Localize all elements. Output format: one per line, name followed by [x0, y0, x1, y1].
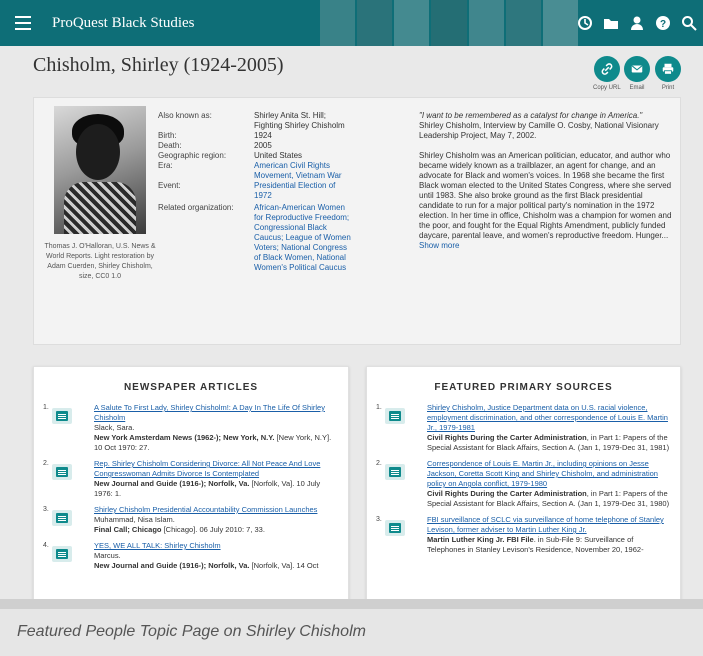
- item-number: 2.: [376, 460, 382, 467]
- list-item: 1. Shirley Chisholm, Justice Department …: [367, 403, 680, 453]
- top-navigation-bar: ProQuest Black Studies ?: [0, 0, 703, 46]
- fact-label: Birth:: [158, 131, 177, 140]
- fact-value: 2005: [254, 141, 272, 150]
- fact-label: Geographic region:: [158, 151, 227, 160]
- source-collection: Martin Luther King Jr. FBI File: [427, 535, 534, 544]
- fact-row: Geographic region: United States: [158, 151, 352, 161]
- fact-row: Birth: 1924: [158, 131, 352, 141]
- banner-photo-strip: [320, 0, 580, 46]
- fact-row: Era: American Civil Rights Movement, Vie…: [158, 161, 352, 181]
- folder-icon[interactable]: [603, 15, 619, 31]
- item-number: 3.: [43, 506, 49, 513]
- source-title-link[interactable]: Correspondence of Louis E. Martin Jr., i…: [427, 459, 658, 488]
- search-icon[interactable]: [681, 15, 697, 31]
- link-icon: [593, 56, 620, 82]
- article-source: New Journal and Guide (1916-); Norfolk, …: [94, 479, 250, 488]
- organization-link[interactable]: African-American Women for Reproductive …: [254, 203, 351, 272]
- list-item: 3. FBI surveillance of SCLC via surveill…: [367, 515, 680, 555]
- fact-label: Event:: [158, 181, 181, 190]
- article-source: New York Amsterdam News (1962-); New Yor…: [94, 433, 275, 442]
- copy-url-button[interactable]: Copy URL: [593, 56, 621, 91]
- page-title: Chisholm, Shirley (1924-2005): [33, 54, 284, 76]
- menu-icon[interactable]: [0, 0, 46, 46]
- event-link[interactable]: Presidential Election of 1972: [254, 181, 335, 200]
- fact-row: Also known as: Shirley Anita St. Hill; F…: [158, 111, 352, 131]
- article-author: Marcus.: [94, 551, 121, 560]
- fact-value: United States: [254, 151, 303, 160]
- bio-quote: "I want to be remembered as a catalyst f…: [419, 111, 643, 120]
- email-label: Email: [629, 85, 645, 91]
- svg-text:?: ?: [660, 19, 666, 30]
- list-item: 3. Shirley Chisholm Presidential Account…: [34, 505, 348, 535]
- document-icon: [385, 408, 405, 424]
- figure-caption-bar: Featured People Topic Page on Shirley Ch…: [0, 609, 703, 656]
- article-author: Slack, Sara.: [94, 423, 135, 432]
- fact-label: Death:: [158, 141, 182, 150]
- newspaper-card-title: NEWSPAPER ARTICLES: [123, 382, 259, 393]
- fact-row: Death: 2005: [158, 141, 352, 151]
- article-title-link[interactable]: YES, WE ALL TALK: Shirley Chisholm: [94, 541, 221, 550]
- copy-url-label: Copy URL: [593, 85, 621, 91]
- fact-row: Event: Presidential Election of 1972: [158, 181, 352, 201]
- document-icon: [385, 520, 405, 536]
- fact-value: 1924: [254, 131, 272, 140]
- primary-sources-card: FEATURED PRIMARY SOURCES 1. Shirley Chis…: [366, 366, 681, 602]
- portrait-caption: Thomas J. O'Halloran, U.S. News & World …: [44, 243, 156, 280]
- print-icon: [655, 56, 681, 82]
- article-source: Final Call; Chicago: [94, 525, 162, 534]
- fact-value: Shirley Anita St. Hill; Fighting Shirley…: [254, 111, 345, 130]
- source-collection: Civil Rights During the Carter Administr…: [427, 433, 587, 442]
- profile-panel: Thomas J. O'Halloran, U.S. News & World …: [33, 97, 681, 345]
- document-icon: [52, 510, 72, 526]
- bio-quote-source: Shirley Chisholm, Interview by Camille O…: [419, 121, 659, 140]
- article-title-link[interactable]: A Salute To First Lady, Shirley Chisholm…: [94, 403, 325, 422]
- facts-table: Also known as: Shirley Anita St. Hill; F…: [158, 111, 352, 273]
- article-source: New Journal and Guide (1916-); Norfolk, …: [94, 561, 250, 570]
- source-title-link[interactable]: FBI surveillance of SCLC via surveillanc…: [427, 515, 664, 534]
- fact-row: Related organization: African-American W…: [158, 203, 352, 273]
- item-number: 2.: [43, 460, 49, 467]
- primary-card-title: FEATURED PRIMARY SOURCES: [434, 382, 613, 393]
- list-item: 2. Rep. Shirley Chisholm Considering Div…: [34, 459, 348, 499]
- newspaper-articles-card: NEWSPAPER ARTICLES 1. A Salute To First …: [33, 366, 349, 602]
- era-link[interactable]: American Civil Rights Movement, Vietnam …: [254, 161, 342, 180]
- brand-title[interactable]: ProQuest Black Studies: [52, 15, 195, 32]
- footer-divider: [0, 599, 703, 609]
- biography: "I want to be remembered as a catalyst f…: [419, 111, 673, 251]
- article-title-link[interactable]: Shirley Chisholm Presidential Accountabi…: [94, 505, 317, 514]
- figure-caption: Featured People Topic Page on Shirley Ch…: [17, 623, 366, 640]
- item-number: 1.: [43, 404, 49, 411]
- document-icon: [385, 464, 405, 480]
- list-item: 2. Correspondence of Louis E. Martin Jr.…: [367, 459, 680, 509]
- email-button[interactable]: Email: [624, 56, 650, 91]
- article-author: Muhammad, Nisa Islam.: [94, 515, 175, 524]
- fact-label: Related organization:: [158, 203, 234, 212]
- fact-label: Also known as:: [158, 111, 212, 120]
- user-icon[interactable]: [629, 15, 645, 31]
- article-detail: [Norfolk, Va]. 14 Oct: [249, 561, 319, 570]
- list-item: 1. A Salute To First Lady, Shirley Chish…: [34, 403, 348, 453]
- list-item: 4. YES, WE ALL TALK: Shirley Chisholm Ma…: [34, 541, 348, 571]
- bio-text: Shirley Chisholm was an American politic…: [419, 151, 672, 240]
- portrait-image: [54, 106, 146, 234]
- item-number: 3.: [376, 516, 382, 523]
- print-label: Print: [661, 85, 675, 91]
- document-icon: [52, 464, 72, 480]
- show-more-link[interactable]: Show more: [419, 241, 459, 250]
- item-number: 1.: [376, 404, 382, 411]
- fact-label: Era:: [158, 161, 173, 170]
- document-icon: [52, 546, 72, 562]
- source-title-link[interactable]: Shirley Chisholm, Justice Department dat…: [427, 403, 668, 432]
- document-icon: [52, 408, 72, 424]
- article-detail: [Chicago]. 06 July 2010: 7, 33.: [161, 525, 265, 534]
- article-title-link[interactable]: Rep. Shirley Chisholm Considering Divorc…: [94, 459, 320, 478]
- source-collection: Civil Rights During the Carter Administr…: [427, 489, 587, 498]
- email-icon: [624, 56, 650, 82]
- item-number: 4.: [43, 542, 49, 549]
- help-icon[interactable]: ?: [655, 15, 671, 31]
- print-button[interactable]: Print: [655, 56, 681, 91]
- history-icon[interactable]: [577, 15, 593, 31]
